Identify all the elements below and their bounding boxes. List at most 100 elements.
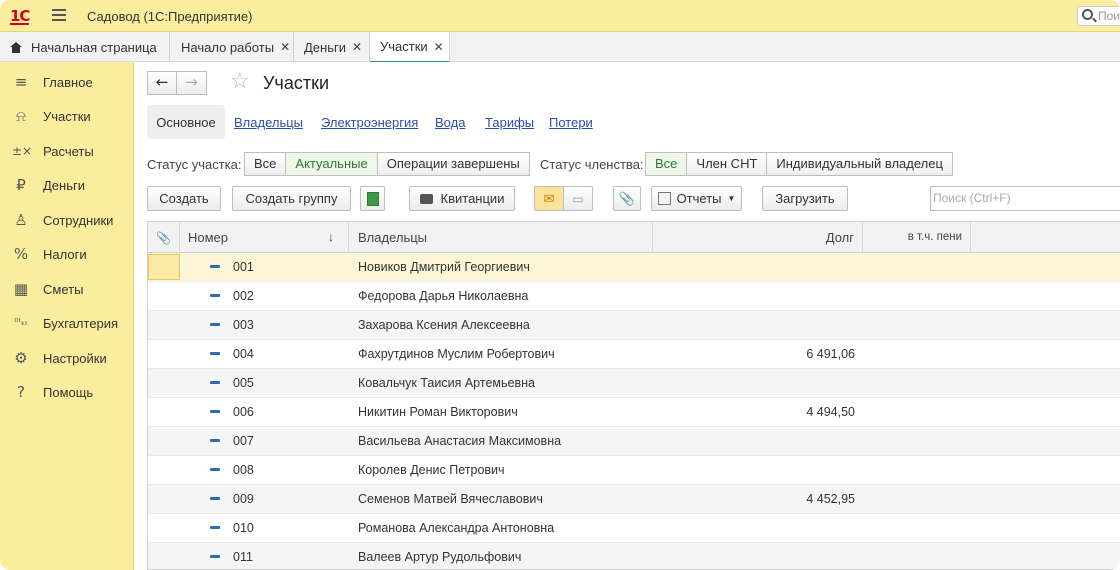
- chat-button[interactable]: ▭: [563, 186, 593, 211]
- cell-owner: Васильева Анастасия Максимовна: [358, 434, 562, 448]
- create-group-button[interactable]: Создать группу: [232, 186, 351, 211]
- item-marker-icon: [210, 526, 220, 529]
- close-icon[interactable]: ✕: [352, 40, 362, 54]
- cell-number: 005: [233, 376, 254, 390]
- tab-home[interactable]: Начальная страница: [0, 32, 170, 62]
- sidebar-item-employees[interactable]: ♙ Сотрудники: [0, 204, 134, 236]
- sort-arrow-icon: ↓: [328, 230, 334, 244]
- table-row[interactable]: 011 Валеев Артур Рудольфович: [148, 543, 1120, 569]
- table-row[interactable]: 006 Никитин Роман Викторович 4 494,50: [148, 398, 1120, 427]
- subtab-water[interactable]: Вода: [435, 115, 465, 130]
- column-number[interactable]: Номер ↓: [180, 222, 349, 253]
- subtab-main[interactable]: Основное: [147, 105, 225, 139]
- person-icon: ♙: [14, 211, 28, 229]
- table-row[interactable]: 008 Королев Денис Петрович: [148, 456, 1120, 485]
- column-owners[interactable]: Владельцы: [349, 222, 653, 253]
- sidebar-item-help[interactable]: ? Помощь: [0, 376, 134, 408]
- membership-option-member[interactable]: Член СНТ: [687, 153, 768, 175]
- item-marker-icon: [210, 265, 220, 268]
- tab-money[interactable]: Деньги ✕: [294, 32, 370, 62]
- cell-debt: [653, 282, 855, 310]
- subtab-losses[interactable]: Потери: [549, 115, 593, 130]
- envelope-icon: ✉: [543, 190, 555, 206]
- cell-penalty: [863, 340, 963, 368]
- create-button[interactable]: Создать: [147, 186, 221, 211]
- attachment-column-icon: 📎: [148, 222, 180, 253]
- attach-button[interactable]: 📎: [613, 186, 641, 211]
- gear-icon: ⚙: [14, 349, 28, 367]
- menu-lines-icon: ≡: [14, 73, 28, 91]
- cell-debt: [653, 253, 855, 281]
- global-search-input[interactable]: Пои: [1077, 6, 1120, 26]
- cell-owner: Королев Денис Петрович: [358, 463, 505, 477]
- load-button[interactable]: Загрузить: [762, 186, 848, 211]
- hamburger-menu-icon[interactable]: [52, 9, 66, 21]
- cell-debt: [653, 427, 855, 455]
- subtab-tariffs[interactable]: Тарифы: [485, 115, 534, 130]
- chat-icon: ▭: [572, 191, 584, 206]
- table-row[interactable]: 005 Ковальчук Таисия Артемьевна: [148, 369, 1120, 398]
- report-icon: [657, 192, 671, 205]
- cell-penalty: [863, 485, 963, 513]
- status-option-actual[interactable]: Актуальные: [286, 153, 378, 175]
- table-row[interactable]: 004 Фахрутдинов Муслим Робертович 6 491,06: [148, 340, 1120, 369]
- table-row[interactable]: 010 Романова Александра Антоновна: [148, 514, 1120, 543]
- sidebar-item-taxes[interactable]: % Налоги: [0, 238, 134, 270]
- membership-filter-label: Статус членства:: [540, 157, 644, 172]
- favorite-star-icon[interactable]: ☆: [230, 71, 250, 93]
- cell-penalty: [863, 253, 963, 281]
- status-option-all[interactable]: Все: [245, 153, 287, 175]
- app-title: Садовод (1С:Предприятие): [87, 9, 253, 24]
- calculator-icon: ▦: [13, 280, 29, 298]
- column-penalty[interactable]: в т.ч. пени: [863, 222, 971, 253]
- item-marker-icon: [210, 294, 220, 297]
- status-option-completed[interactable]: Операции завершены: [377, 153, 529, 175]
- cell-number: 002: [233, 289, 254, 303]
- email-button[interactable]: ✉: [534, 186, 564, 211]
- sidebar-item-money[interactable]: ₽ Деньги: [0, 169, 134, 201]
- receipts-button[interactable]: Квитанции: [409, 186, 515, 211]
- excel-export-button[interactable]: [360, 186, 385, 211]
- home-icon: [10, 41, 22, 53]
- sidebar-item-estimates[interactable]: ▦ Сметы: [0, 273, 134, 305]
- calc-icon: ±×: [12, 144, 33, 158]
- plots-table: 📎 Номер ↓ Владельцы Долг в т.ч. пени 001…: [147, 221, 1120, 570]
- subtab-owners[interactable]: Владельцы: [234, 115, 303, 130]
- subtab-electricity[interactable]: Электроэнергия: [321, 115, 418, 130]
- back-button[interactable]: ←: [147, 71, 177, 95]
- reports-button[interactable]: Отчеты ▼: [651, 186, 742, 211]
- cell-owner: Валеев Артур Рудольфович: [358, 550, 522, 564]
- cell-penalty: [863, 514, 963, 542]
- close-icon[interactable]: ✕: [434, 40, 444, 54]
- table-row[interactable]: 007 Васильева Анастасия Максимовна: [148, 427, 1120, 456]
- item-marker-icon: [210, 555, 220, 558]
- forward-button[interactable]: →: [177, 71, 207, 95]
- dropdown-arrow-icon: ▼: [727, 194, 736, 203]
- tab-getting-started[interactable]: Начало работы ✕: [170, 32, 294, 62]
- cell-number: 008: [233, 463, 254, 477]
- percent-icon: %: [13, 245, 29, 263]
- sidebar-item-plots[interactable]: ⍾ Участки: [0, 100, 134, 132]
- cell-penalty: [863, 282, 963, 310]
- search-input[interactable]: Поиск (Ctrl+F): [930, 186, 1120, 211]
- sidebar-item-calculations[interactable]: ±× Расчеты: [0, 135, 134, 167]
- membership-filter: Все Член СНТ Индивидуальный владелец: [645, 152, 953, 176]
- sidebar-item-main[interactable]: ≡ Главное: [0, 66, 134, 98]
- page-title: Участки: [263, 73, 329, 93]
- cell-penalty: [863, 456, 963, 484]
- cell-owner: Захарова Ксения Алексеевна: [358, 318, 530, 332]
- table-row[interactable]: 009 Семенов Матвей Вячеславович 4 452,95: [148, 485, 1120, 514]
- membership-option-individual[interactable]: Индивидуальный владелец: [767, 153, 952, 175]
- column-debt[interactable]: Долг: [653, 222, 863, 253]
- table-row[interactable]: 002 Федорова Дарья Николаевна: [148, 282, 1120, 311]
- table-row[interactable]: 003 Захарова Ксения Алексеевна: [148, 311, 1120, 340]
- sidebar-item-accounting[interactable]: ᴰᵗₖₜ Бухгалтерия: [0, 307, 134, 339]
- sidebar-item-settings[interactable]: ⚙ Настройки: [0, 342, 134, 374]
- tab-plots[interactable]: Участки ✕: [370, 32, 450, 63]
- membership-option-all[interactable]: Все: [646, 153, 688, 175]
- selected-cell[interactable]: [148, 254, 180, 280]
- table-row[interactable]: 001 Новиков Дмитрий Георгиевич: [148, 253, 1120, 282]
- cell-penalty: [863, 427, 963, 455]
- close-icon[interactable]: ✕: [280, 40, 290, 54]
- item-marker-icon: [210, 439, 220, 442]
